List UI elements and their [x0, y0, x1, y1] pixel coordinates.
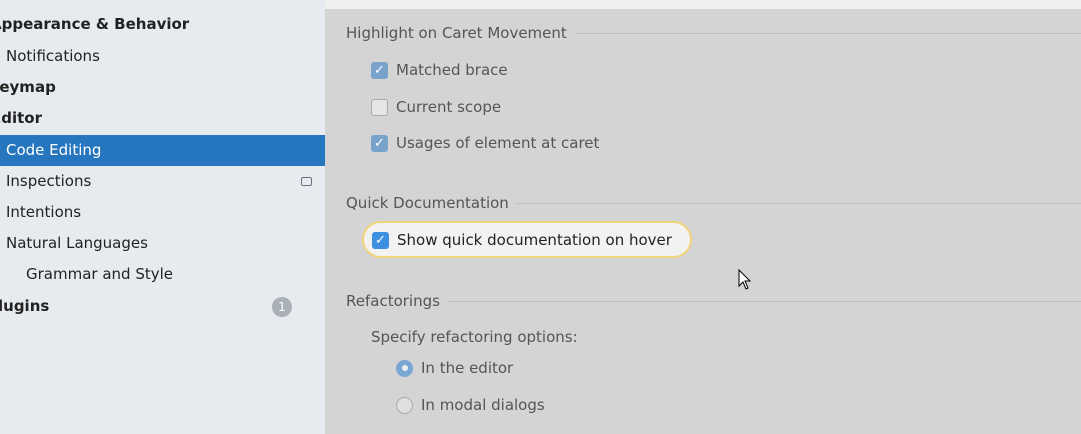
section-title: Quick Documentation	[346, 194, 509, 212]
checkbox-label: Show quick documentation on hover	[397, 231, 672, 249]
sidebar-item-label: Grammar and Style	[26, 265, 173, 283]
radio-unselected-icon	[396, 396, 413, 414]
sidebar-item-appearance-behavior[interactable]: Appearance & Behavior	[0, 9, 325, 40]
divider	[447, 300, 1081, 302]
sidebar-item-label: Keymap	[0, 78, 56, 96]
sidebar-item-label: Code Editing	[6, 141, 102, 159]
in-modal-dialogs-radio[interactable]: In modal dialogs	[396, 396, 545, 414]
sidebar-item-label: Appearance & Behavior	[0, 15, 190, 33]
sidebar-item-editor[interactable]: Editor	[0, 103, 325, 134]
radio-label: In the editor	[421, 359, 514, 377]
in-editor-radio[interactable]: In the editor	[396, 359, 513, 377]
sidebar-item-intentions[interactable]: Intentions	[0, 197, 325, 228]
plugins-update-badge: 1	[272, 297, 292, 317]
refactoring-options-label: Specify refactoring options:	[371, 328, 578, 346]
section-caret-movement: Highlight on Caret Movement	[346, 23, 1081, 43]
divider	[516, 202, 1081, 204]
checkmark-icon: ✓	[371, 61, 388, 79]
mouse-cursor-icon	[738, 269, 752, 290]
sidebar-item-keymap[interactable]: Keymap	[0, 72, 325, 103]
project-scope-icon	[301, 177, 312, 186]
checkbox-label: Current scope	[396, 98, 502, 116]
sidebar-item-label: Natural Languages	[6, 234, 148, 252]
highlighted-option: ✓ Show quick documentation on hover	[362, 221, 692, 258]
radio-selected-icon	[396, 359, 413, 377]
section-refactorings: Refactorings	[346, 291, 1081, 311]
sidebar-item-code-editing[interactable]: Code Editing	[0, 135, 325, 166]
divider	[574, 32, 1081, 34]
section-title: Highlight on Caret Movement	[346, 24, 567, 42]
matched-brace-checkbox[interactable]: ✓ Matched brace	[371, 61, 508, 79]
checkmark-icon: ✓	[371, 134, 388, 152]
sidebar-item-grammar-style[interactable]: Grammar and Style	[0, 259, 325, 290]
checkbox-label: Usages of element at caret	[396, 134, 600, 152]
checkmark-icon: ✓	[372, 231, 389, 249]
current-scope-checkbox[interactable]: Current scope	[371, 98, 501, 116]
sidebar-item-label: Notifications	[6, 47, 100, 65]
radio-label: In modal dialogs	[421, 396, 545, 414]
section-quick-documentation: Quick Documentation	[346, 193, 1081, 213]
settings-content: Highlight on Caret Movement ✓ Matched bra…	[325, 0, 1081, 434]
unchecked-box-icon	[371, 98, 388, 116]
show-quick-doc-hover-checkbox[interactable]: ✓ Show quick documentation on hover	[372, 231, 672, 249]
sidebar-item-inspections[interactable]: Inspections	[0, 166, 325, 197]
sidebar-item-natural-languages[interactable]: Natural Languages	[0, 228, 325, 259]
checkbox-label: Matched brace	[396, 61, 508, 79]
usages-caret-checkbox[interactable]: ✓ Usages of element at caret	[371, 134, 599, 152]
sidebar-item-label: Plugins	[0, 297, 50, 315]
label-text: Specify refactoring options:	[371, 328, 578, 346]
header-strip	[325, 0, 1081, 9]
settings-sidebar: Appearance & Behavior Notifications Keym…	[0, 0, 325, 434]
sidebar-item-label: Inspections	[6, 172, 92, 190]
section-title: Refactorings	[346, 292, 440, 310]
sidebar-item-label: Editor	[0, 109, 42, 127]
sidebar-item-notifications[interactable]: Notifications	[0, 41, 325, 72]
sidebar-item-label: Intentions	[6, 203, 82, 221]
